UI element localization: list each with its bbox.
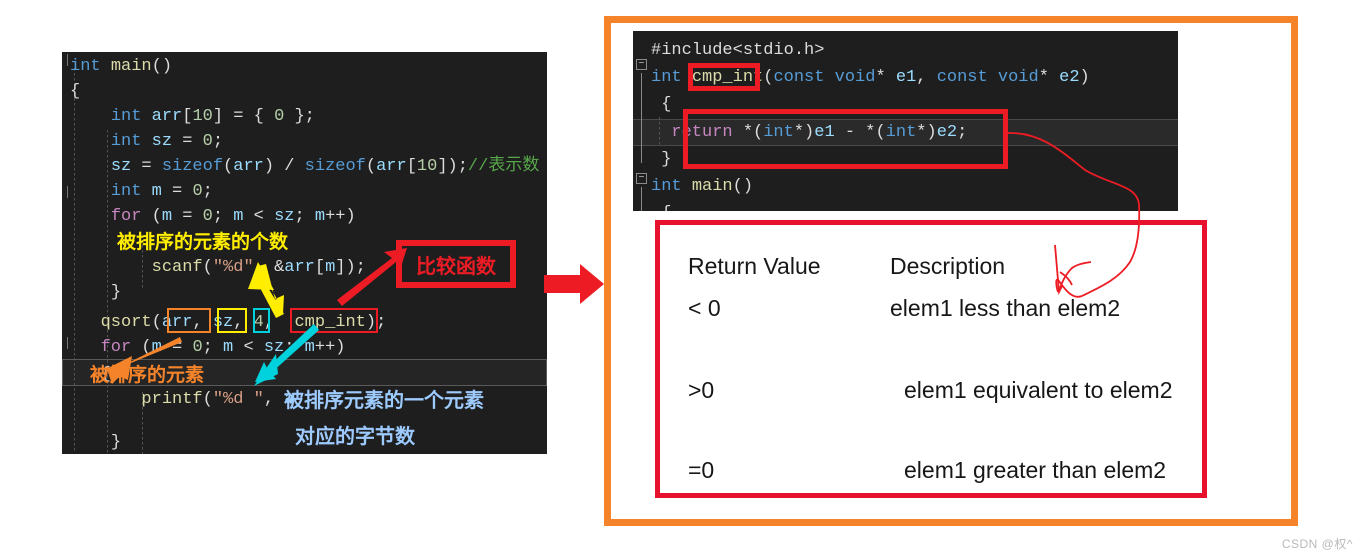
code-line: printf("%d ", a (141, 390, 295, 409)
code-line: int arr[10] = { 0 }; (110, 107, 315, 126)
table-row: >0 (688, 377, 715, 403)
highlight-box-return-stmt (683, 109, 1008, 169)
code-line: { (70, 82, 81, 101)
code-line: scanf("%d", &arr[m]); (151, 258, 366, 277)
code-line: { (661, 95, 672, 114)
code-line: int m = 0; (110, 182, 213, 201)
compare-function-label: 比较函数 (416, 253, 496, 278)
fold-bar (641, 73, 642, 163)
annotation-one-element-note: 被排序元素的一个元素 (284, 388, 484, 412)
table-row: elem1 less than elem2 (890, 295, 1121, 321)
watermark: CSDN @权^ (1281, 537, 1353, 551)
transition-arrow-icon (544, 264, 604, 304)
token-box-four (253, 308, 270, 333)
fold-collapse-icon[interactable]: − (636, 173, 647, 184)
table-header-description: Description (890, 253, 1006, 279)
table-row: elem1 equivalent to elem2 (904, 377, 1173, 403)
token-box-sz (217, 308, 247, 333)
code-line: int main() (651, 177, 754, 196)
annotation-bytes-note: 对应的字节数 (295, 424, 415, 448)
fold-collapse-icon[interactable]: − (636, 59, 647, 70)
right-code-editor[interactable]: − − #include<stdio.h> int cmp_int(const … (633, 31, 1178, 211)
highlight-box-cmp-int (688, 63, 760, 91)
code-line: int main() (70, 57, 173, 76)
table-row: =0 (688, 457, 715, 483)
compare-function-callout: 比较函数 (396, 240, 516, 288)
code-line: int sz = 0; (110, 132, 224, 151)
code-line: for (m = 0; m < sz; m++) (100, 338, 346, 357)
code-line: sz = sizeof(arr) / sizeof(arr[10]);//表示数 (110, 157, 540, 176)
left-code-editor[interactable]: int main() { int arr[10] = { 0 }; int sz… (62, 52, 547, 454)
fold-bar (641, 187, 642, 211)
code-line: } (110, 283, 122, 302)
code-line: for (m = 0; m < sz; m++) (110, 207, 356, 226)
token-box-arr (167, 308, 211, 333)
code-line: { (651, 200, 671, 211)
fold-bar (67, 54, 68, 66)
annotation-element-note: 被排序的元素 (90, 364, 205, 386)
fold-bar (67, 337, 68, 349)
code-line: } (661, 150, 672, 169)
table-row: elem1 greater than elem2 (904, 457, 1167, 483)
code-line: } (110, 433, 122, 452)
screenshot-root: int main() { int arr[10] = { 0 }; int sz… (0, 0, 1361, 556)
token-box-cmp-int (290, 308, 378, 333)
code-line: #include<stdio.h> (651, 41, 825, 60)
return-value-table: Return Value Description < 0 elem1 less … (655, 220, 1207, 498)
table-row: < 0 (688, 295, 721, 321)
annotation-count-note: 被排序的元素的个数 (117, 231, 289, 253)
fold-bar (67, 186, 68, 198)
table-header-return-value: Return Value (688, 253, 821, 279)
